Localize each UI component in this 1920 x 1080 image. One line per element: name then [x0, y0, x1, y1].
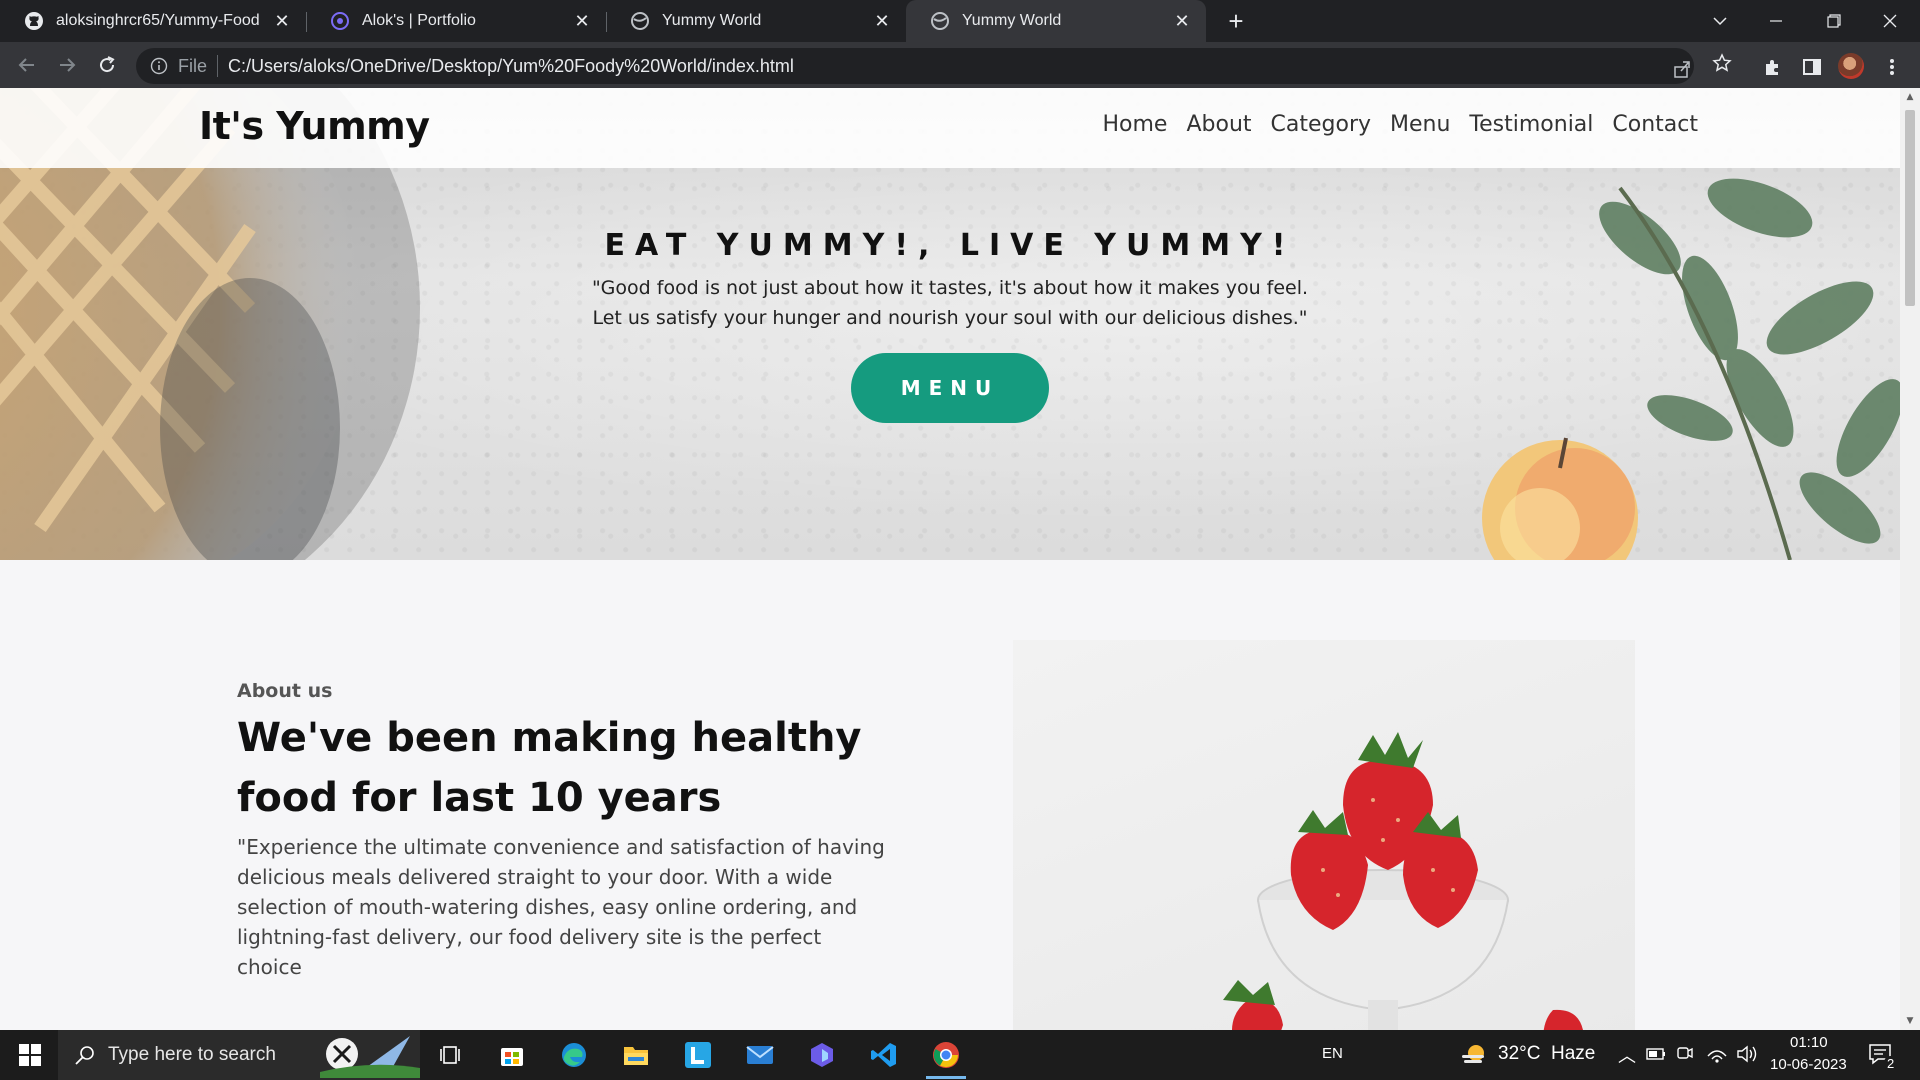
site-header: It's Yummy Home About Category Menu Test…	[0, 88, 1900, 168]
vscode-icon[interactable]	[860, 1035, 908, 1075]
omnibox-divider	[217, 55, 219, 77]
address-bar[interactable]: File C:/Users/aloks/OneDrive/Desktop/Yum…	[136, 48, 1694, 84]
about-eyebrow: About us	[237, 680, 333, 702]
tab-search-icon[interactable]	[1692, 0, 1748, 42]
share-icon[interactable]	[1670, 57, 1694, 81]
tab-yummy-world-active[interactable]: Yummy World ✕	[906, 0, 1206, 42]
nav-about[interactable]: About	[1186, 112, 1251, 137]
browser-toolbar: File C:/Users/aloks/OneDrive/Desktop/Yum…	[0, 42, 1920, 88]
wifi-icon[interactable]	[1706, 1044, 1728, 1064]
main-nav: Home About Category Menu Testimonial Con…	[1103, 112, 1699, 137]
scroll-up-icon[interactable]: ▲	[1905, 92, 1915, 102]
hero-quote-line-2: Let us satisfy your hunger and nourish y…	[592, 307, 1308, 329]
edge-icon[interactable]	[550, 1035, 598, 1075]
back-icon[interactable]	[12, 50, 42, 80]
chrome-icon[interactable]	[922, 1035, 970, 1079]
microsoft-store-icon[interactable]	[488, 1035, 536, 1075]
close-window-icon[interactable]	[1862, 0, 1918, 42]
extensions-icon[interactable]	[1758, 53, 1786, 81]
nav-menu[interactable]: Menu	[1390, 112, 1450, 137]
strawberries-image	[1013, 640, 1635, 1030]
side-panel-icon[interactable]	[1798, 53, 1826, 81]
task-view-icon[interactable]	[426, 1035, 474, 1075]
nav-category[interactable]: Category	[1271, 112, 1372, 137]
windows-start-icon[interactable]	[6, 1035, 54, 1075]
nav-contact[interactable]: Contact	[1612, 112, 1698, 137]
site-logo[interactable]: It's Yummy	[199, 104, 430, 148]
github-icon	[24, 11, 44, 31]
leaves-apple-image	[1482, 178, 1900, 560]
tab-github[interactable]: aloksinghrcr65/Yummy-Food ✕	[0, 0, 306, 42]
new-tab-button[interactable]: +	[1222, 6, 1250, 36]
close-tab-icon[interactable]: ✕	[572, 11, 592, 32]
search-placeholder: Type here to search	[108, 1044, 276, 1065]
minimize-icon[interactable]	[1748, 0, 1804, 42]
nav-testimonial[interactable]: Testimonial	[1469, 112, 1593, 137]
tab-title: Alok's | Portfolio	[362, 12, 476, 29]
about-text: About us We've been making healthy food …	[237, 680, 937, 982]
about-section: About us We've been making healthy food …	[0, 560, 1900, 1030]
more-menu-icon[interactable]	[1878, 53, 1906, 81]
info-icon[interactable]	[150, 57, 168, 75]
hero-quote-line-1: "Good food is not just about how it tast…	[591, 277, 1309, 299]
close-tab-icon[interactable]: ✕	[872, 11, 892, 32]
about-heading: We've been making healthy food for last …	[237, 715, 862, 821]
page-scrollbar[interactable]: ▲ ▼	[1900, 88, 1920, 1030]
scroll-down-icon[interactable]: ▼	[1905, 1016, 1915, 1026]
hero-section: It's Yummy Home About Category Menu Test…	[0, 88, 1900, 560]
tab-title: aloksinghrcr65/Yummy-Food	[56, 12, 260, 29]
globe-icon	[930, 11, 950, 31]
forward-icon[interactable]	[52, 50, 82, 80]
scroll-thumb[interactable]	[1905, 110, 1915, 306]
menu-button[interactable]: MENU	[851, 353, 1049, 423]
clock-date[interactable]: 10-06-2023	[1770, 1056, 1847, 1073]
volume-icon[interactable]	[1736, 1044, 1758, 1064]
weather-text[interactable]: 32°C Haze	[1498, 1043, 1595, 1065]
taskbar: Type here to search EN 32°C Haze ︿ 01:10…	[0, 1030, 1920, 1080]
profile-avatar[interactable]	[1838, 53, 1864, 79]
tab-title: Yummy World	[662, 12, 762, 29]
close-tab-icon[interactable]: ✕	[272, 11, 292, 32]
copilot-icon[interactable]	[798, 1035, 846, 1075]
search-icon	[74, 1044, 96, 1066]
globe-icon	[630, 11, 650, 31]
notification-count: 2	[1884, 1056, 1898, 1071]
l-app-icon[interactable]	[674, 1035, 722, 1075]
hero-content: EAT YUMMY!, LIVE YUMMY! "Good food is no…	[460, 228, 1440, 423]
hero-title: EAT YUMMY!, LIVE YUMMY!	[604, 228, 1296, 263]
hero-quote: "Good food is not just about how it tast…	[460, 273, 1440, 333]
meet-now-icon[interactable]	[1676, 1044, 1694, 1064]
close-tab-icon[interactable]: ✕	[1172, 11, 1192, 32]
url-text[interactable]: C:/Users/aloks/OneDrive/Desktop/Yum%20Fo…	[228, 56, 794, 77]
nav-home[interactable]: Home	[1103, 112, 1168, 137]
mail-icon[interactable]	[736, 1035, 784, 1075]
reload-icon[interactable]	[92, 50, 122, 80]
language-indicator[interactable]: EN	[1322, 1045, 1343, 1062]
page-viewport: It's Yummy Home About Category Menu Test…	[0, 88, 1900, 1030]
battery-icon[interactable]	[1646, 1046, 1666, 1062]
tab-strip: aloksinghrcr65/Yummy-Food ✕ Alok's | Por…	[0, 0, 1920, 42]
file-explorer-icon[interactable]	[612, 1035, 660, 1075]
weather-icon[interactable]	[1460, 1042, 1488, 1068]
taskbar-search[interactable]: Type here to search	[58, 1030, 420, 1080]
bookmark-star-icon[interactable]	[1710, 51, 1734, 75]
restore-icon[interactable]	[1806, 0, 1862, 42]
tab-portfolio[interactable]: Alok's | Portfolio ✕	[306, 0, 606, 42]
portfolio-icon	[330, 11, 350, 31]
about-body: "Experience the ultimate convenience and…	[237, 835, 885, 979]
scheme-label: File	[178, 55, 208, 76]
chevron-up-icon[interactable]: ︿	[1618, 1042, 1636, 1068]
tab-title: Yummy World	[962, 12, 1062, 29]
clock-time[interactable]: 01:10	[1790, 1034, 1828, 1051]
search-highlight-icon	[320, 1032, 420, 1078]
tab-yummy-world[interactable]: Yummy World ✕	[606, 0, 906, 42]
